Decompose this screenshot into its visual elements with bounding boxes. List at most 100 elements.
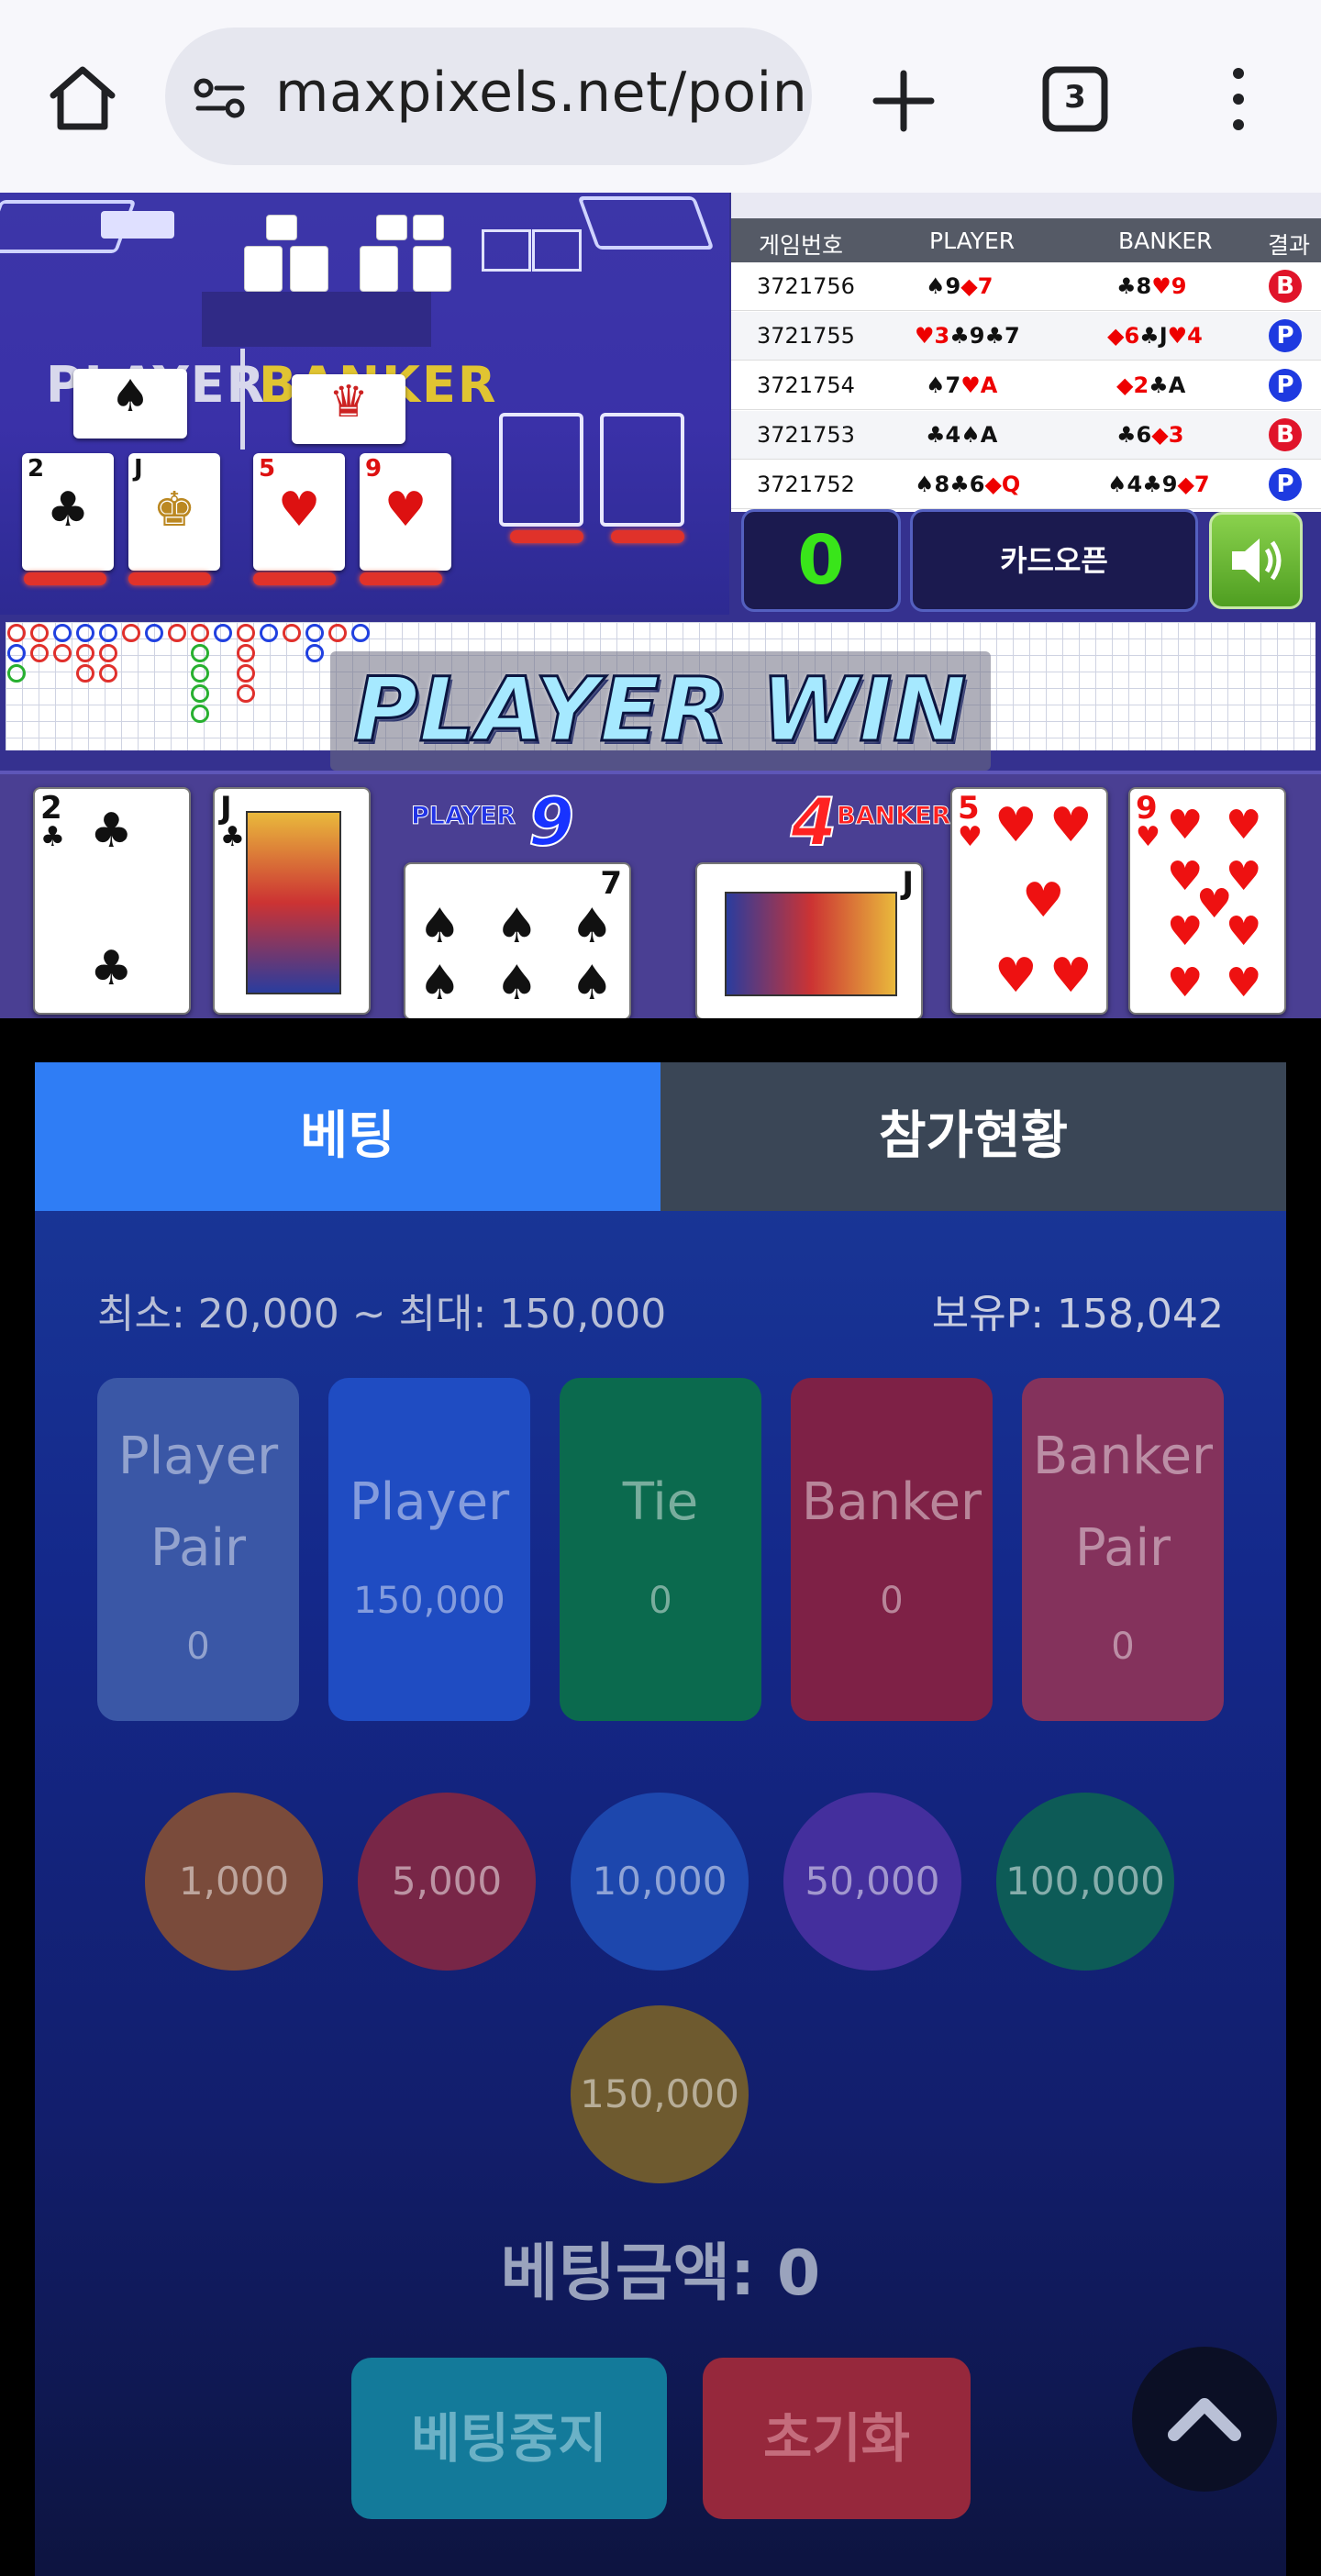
history-banker-cards: ◆6♣J♥4 — [1107, 323, 1203, 349]
card-pip: ♥ — [1022, 873, 1065, 928]
tab-switcher-button[interactable]: 3 — [1038, 62, 1112, 136]
road-marker — [191, 624, 209, 642]
history-card-suit: ♣ — [949, 472, 970, 497]
history-player-cards: ♥3♣9♣7 — [915, 323, 1020, 349]
history-card-rank: 3 — [934, 323, 950, 349]
table-light — [360, 572, 442, 585]
road-marker — [237, 624, 255, 642]
card-pip: ♣ — [90, 941, 133, 996]
history-card-suit: ◆ — [960, 273, 978, 299]
road-marker — [76, 624, 94, 642]
card-pip: ♠ — [418, 956, 461, 1011]
banker-score-label: BANKER — [836, 802, 951, 831]
bet-option-amount: 150,000 — [353, 1580, 505, 1622]
history-card-rank: 4 — [1187, 323, 1203, 349]
address-bar[interactable]: maxpixels.net/poin — [165, 28, 812, 165]
history-banker-cards: ♣6◆3 — [1116, 422, 1183, 448]
history-row: 3721754 ♠7♥A ◆2♣A P — [731, 361, 1321, 410]
history-card-suit: ♣ — [1139, 323, 1160, 349]
history-player-cards: ♣4♠A — [926, 422, 997, 448]
history-col-game: 게임번호 — [759, 232, 844, 259]
scroll-to-top-button[interactable] — [1132, 2347, 1277, 2492]
history-card-rank: 3 — [1168, 422, 1184, 448]
game-area: PLAYER BANKER ♠ ♛ 2♣ J♚ 5♥ 9♥ 게임번호 PLAYE… — [0, 193, 1321, 1018]
history-card-suit: ♣ — [1116, 422, 1137, 448]
bet-option-banker-pair[interactable]: Banker Pair 0 — [1022, 1378, 1224, 1721]
history-player-cards: ♠8♣6◆Q — [915, 472, 1020, 497]
new-tab-icon[interactable] — [867, 64, 940, 138]
stop-betting-button[interactable]: 베팅중지 — [351, 2358, 667, 2519]
card-suit: ♣ — [40, 821, 65, 853]
card-pip: ♣ — [90, 804, 133, 859]
sound-toggle-button[interactable] — [1209, 512, 1303, 609]
result-card-strip: 2 ♣ ♣ ♣ J ♣ PLAYER 9 7 ♠ ♠ ♠ ♠ ♠ ♠ 4 BAN… — [0, 771, 1321, 1018]
bet-option-banker[interactable]: Banker 0 — [791, 1378, 993, 1721]
bet-option-player[interactable]: Player 150,000 — [328, 1378, 530, 1721]
tab-betting[interactable]: 베팅 — [35, 1062, 660, 1211]
chip-5000[interactable]: 5,000 — [358, 1793, 536, 1971]
history-card-suit: ♥ — [960, 372, 981, 398]
card-rank: 2 — [40, 790, 62, 827]
reset-button[interactable]: 초기화 — [703, 2358, 971, 2519]
history-header: 게임번호 PLAYER BANKER 결과 — [731, 218, 1321, 262]
bet-option-label: Player — [117, 1427, 279, 1486]
card-pip: ♥ — [1226, 908, 1262, 955]
table-light — [253, 572, 336, 585]
history-banker-cards: ◆2♣A — [1116, 372, 1185, 398]
history-card-rank: A — [1168, 372, 1186, 398]
bet-option-label: Pair — [150, 1518, 247, 1578]
history-card-rank: 8 — [934, 472, 950, 497]
history-banker-cards: ♠4♣9◆7 — [1107, 472, 1210, 497]
history-card-rank: 7 — [1193, 472, 1210, 497]
bet-option-player-pair[interactable]: Player Pair 0 — [97, 1378, 299, 1721]
url-text[interactable]: maxpixels.net/poin — [275, 61, 807, 125]
win-banner: PLAYER WIN — [330, 651, 991, 771]
bet-option-amount: 0 — [880, 1580, 904, 1622]
card-slot — [532, 229, 582, 272]
tab-participation[interactable]: 참가현황 — [660, 1062, 1286, 1211]
history-card-rank: 4 — [945, 422, 961, 448]
card-suit: ♣ — [220, 821, 245, 853]
chip-150000[interactable]: 150,000 — [571, 2005, 749, 2183]
more-options-icon[interactable] — [1220, 62, 1257, 136]
bet-option-label: Banker — [801, 1472, 982, 1532]
history-card-suit: ♣ — [984, 323, 1005, 349]
road-marker — [191, 684, 209, 703]
history-card-suit: ♣ — [949, 323, 970, 349]
history-col-banker: BANKER — [1118, 228, 1213, 254]
card-rank: J — [902, 865, 914, 902]
table-card: J ♚ — [128, 453, 220, 571]
history-game-number: 3721756 — [757, 273, 855, 299]
road-marker — [237, 684, 255, 703]
speaker-icon — [1232, 539, 1282, 583]
history-result-badge: B — [1269, 270, 1302, 303]
table-mini-card — [360, 246, 398, 292]
history-card-rank: 6 — [1136, 422, 1152, 448]
card-pip: ♥ — [1167, 960, 1204, 1006]
card-pip: ♠ — [495, 956, 538, 1011]
history-card-suit: ◆ — [1177, 472, 1194, 497]
table-third-card-player: ♠ — [73, 369, 187, 439]
player-score: 9 — [527, 783, 575, 861]
history-result-badge: P — [1269, 319, 1302, 352]
history-card-suit: ◆ — [1116, 372, 1134, 398]
bet-option-tie[interactable]: Tie 0 — [560, 1378, 761, 1721]
browser-toolbar: maxpixels.net/poin 3 — [0, 0, 1321, 193]
face-card-art — [246, 811, 341, 994]
chip-1000[interactable]: 1,000 — [145, 1793, 323, 1971]
history-card-rank: J — [1159, 323, 1168, 349]
bet-option-label: Banker — [1032, 1427, 1214, 1486]
card-rank: 9 — [1136, 790, 1158, 827]
history-row: 3721755 ♥3♣9♣7 ◆6♣J♥4 P — [731, 312, 1321, 361]
banker-card-3: 9 ♥ ♥ ♥ ♥ ♥ ♥ ♥ ♥ ♥ ♥ — [1128, 787, 1286, 1015]
history-game-number: 3721754 — [757, 372, 855, 398]
chip-10000[interactable]: 10,000 — [571, 1793, 749, 1971]
site-settings-icon[interactable] — [193, 75, 248, 121]
card-open-button[interactable]: 카드오픈 — [910, 509, 1198, 612]
bet-option-amount: 0 — [1111, 1626, 1135, 1668]
chip-100000[interactable]: 100,000 — [996, 1793, 1174, 1971]
card-pip: ♥ — [1226, 960, 1262, 1006]
road-marker — [168, 624, 186, 642]
home-icon[interactable] — [44, 59, 121, 136]
chip-50000[interactable]: 50,000 — [783, 1793, 961, 1971]
